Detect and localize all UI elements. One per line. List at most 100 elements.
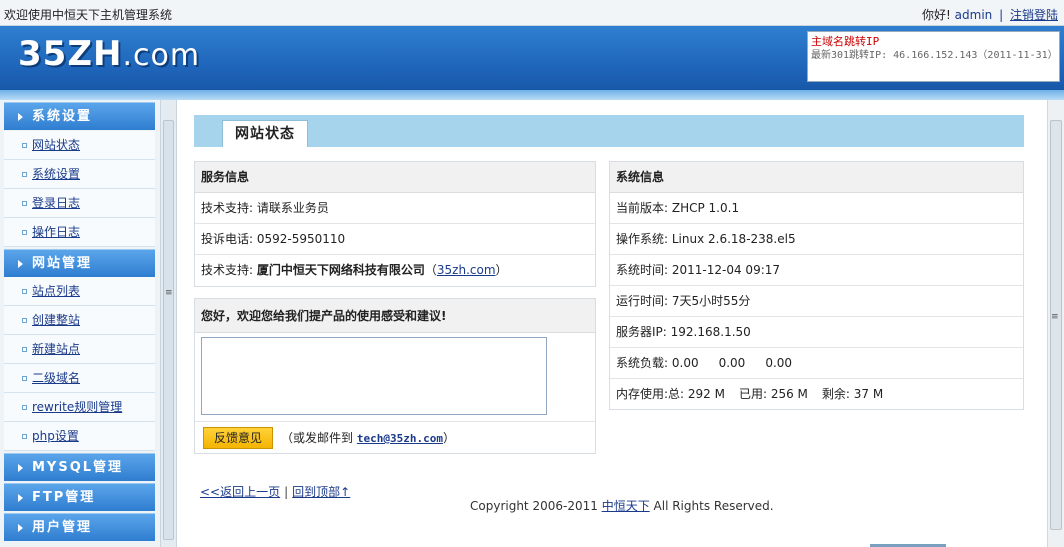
panel-title: 您好，欢迎您给我们提产品的使用感受和建议! <box>195 299 595 333</box>
section-title: FTP管理 <box>32 490 96 505</box>
company-site-link[interactable]: 35zh.com <box>437 263 496 277</box>
paren-close: ） <box>495 263 508 277</box>
copyright-suffix: All Rights Reserved. <box>653 499 774 513</box>
info-row: 系统时间: 2011-12-04 09:17 <box>610 255 1023 286</box>
row-value: 0592-5950110 <box>256 232 346 246</box>
arrow-right-icon <box>18 260 23 268</box>
top-bar: 欢迎使用中恒天下主机管理系统 你好! admin | 注销登陆 <box>0 0 1064 26</box>
sidebar-item-login-log[interactable]: 登录日志 <box>4 189 155 218</box>
feedback-mail-note: （或发邮件到 tech@35zh.com） <box>281 429 455 448</box>
copyright: Copyright 2006-2011 中恒天下 All Rights Rese… <box>470 497 774 514</box>
logout-link[interactable]: 注销登陆 <box>1010 8 1058 22</box>
bullet-icon <box>22 376 27 381</box>
bullet-icon <box>22 405 27 410</box>
arrow-right-icon <box>18 524 23 532</box>
copyright-prefix: Copyright 2006-2011 <box>470 499 598 513</box>
bullet-icon <box>22 434 27 439</box>
info-row: 技术支持: 厦门中恒天下网络科技有限公司（35zh.com） <box>195 255 595 286</box>
section-title: MYSQL管理 <box>32 460 124 475</box>
greeting-text: 你好! <box>922 8 951 22</box>
user-box: 你好! admin | 注销登陆 <box>922 6 1058 23</box>
company-name: 厦门中恒天下网络科技有限公司 <box>256 263 425 277</box>
sidebar-section-ftp[interactable]: FTP管理 <box>4 483 155 511</box>
sidebar-item-label: 系统设置 <box>32 167 81 181</box>
row-value: 192.168.1.50 <box>670 325 751 339</box>
sidebar-item-new-site[interactable]: 新建站点 <box>4 335 155 364</box>
row-label: 操作系统: <box>616 232 669 246</box>
sidebar-item-label: 二级域名 <box>32 371 81 385</box>
row-label: 当前版本: <box>616 201 669 215</box>
frame-splitter[interactable]: ≡ <box>160 100 177 547</box>
row-label: 技术支持: <box>201 201 254 215</box>
info-row: 服务器IP: 192.168.1.50 <box>610 317 1023 348</box>
bullet-icon <box>22 172 27 177</box>
sidebar-section-users[interactable]: 用户管理 <box>4 513 155 541</box>
splitter-scrollbar-thumb[interactable] <box>163 120 174 540</box>
sidebar-item-label: 网站状态 <box>32 138 81 152</box>
back-link[interactable]: <<返回上一页 <box>200 485 280 499</box>
section-title: 系统设置 <box>32 109 93 124</box>
logo-main: 35ZH <box>18 34 123 74</box>
sidebar-item-label: 新建站点 <box>32 342 81 356</box>
sidebar-item-create-full-site[interactable]: 创建整站 <box>4 306 155 335</box>
bullet-icon <box>22 230 27 235</box>
info-row: 投诉电话: 0592-5950110 <box>195 224 595 255</box>
back-to-top-link[interactable]: 回到顶部↑ <box>292 485 350 499</box>
sidebar-item-label: php设置 <box>32 429 79 443</box>
bullet-icon <box>22 347 27 352</box>
row-label: 投诉电话: <box>201 232 254 246</box>
row-label: 系统负载: <box>616 356 669 370</box>
welcome-text: 欢迎使用中恒天下主机管理系统 <box>4 8 173 22</box>
info-row: 运行时间: 7天5小时55分 <box>610 286 1023 317</box>
feedback-submit-button[interactable]: 反馈意见 <box>203 427 273 449</box>
service-info-panel: 服务信息 技术支持: 请联系业务员 投诉电话: 0592-5950110 技术支… <box>194 161 596 287</box>
sidebar-item-rewrite-rules[interactable]: rewrite规则管理 <box>4 393 155 422</box>
panel-title: 系统信息 <box>610 162 1023 193</box>
main-scrollbar[interactable]: ≡ <box>1047 100 1064 547</box>
notice-text: 最新301跳转IP: 46.166.152.143（2011-11-31） <box>811 50 1058 61</box>
load-5min: 0.00 <box>718 356 746 370</box>
row-value: 2011-12-04 09:17 <box>671 263 781 277</box>
sidebar-section-site[interactable]: 网站管理 <box>4 249 155 277</box>
feedback-textarea[interactable] <box>201 337 547 415</box>
sidebar-item-system-settings[interactable]: 系统设置 <box>4 160 155 189</box>
sidebar-item-subdomain[interactable]: 二级域名 <box>4 364 155 393</box>
memory-total: 总: 292 M <box>668 387 725 401</box>
section-title: 网站管理 <box>32 256 93 271</box>
paren-open: （ <box>424 263 437 277</box>
divider <box>195 421 595 422</box>
row-value: Linux 2.6.18-238.el5 <box>671 232 796 246</box>
mail-prefix: （或发邮件到 <box>281 431 354 445</box>
sidebar-item-site-status[interactable]: 网站状态 <box>4 131 155 160</box>
row-label: 运行时间: <box>616 294 669 308</box>
sidebar-item-site-list[interactable]: 站点列表 <box>4 277 155 306</box>
memory-free: 剩余: 37 M <box>821 387 884 401</box>
feedback-email-link[interactable]: tech@35zh.com <box>357 432 443 445</box>
main-content: 网站状态 服务信息 技术支持: 请联系业务员 投诉电话: 0592-595011… <box>178 100 1045 547</box>
arrow-right-icon <box>18 494 23 502</box>
info-row: 当前版本: ZHCP 1.0.1 <box>610 193 1023 224</box>
company-link[interactable]: 中恒天下 <box>602 499 650 513</box>
bullet-icon <box>22 143 27 148</box>
scrollbar-thumb[interactable] <box>1050 120 1062 530</box>
bullet-icon <box>22 289 27 294</box>
panel-title: 服务信息 <box>195 162 595 193</box>
row-value: ZHCP 1.0.1 <box>671 201 740 215</box>
user-separator: | <box>999 8 1004 22</box>
sidebar-item-operation-log[interactable]: 操作日志 <box>4 218 155 247</box>
system-info-panel: 系统信息 当前版本: ZHCP 1.0.1 操作系统: Linux 2.6.18… <box>609 161 1024 410</box>
info-row: 操作系统: Linux 2.6.18-238.el5 <box>610 224 1023 255</box>
grip-icon: ≡ <box>165 288 173 298</box>
sidebar-item-label: 登录日志 <box>32 196 81 210</box>
sidebar-section-mysql[interactable]: MYSQL管理 <box>4 453 155 481</box>
sidebar-section-system[interactable]: 系统设置 <box>4 102 155 130</box>
notice-title: 主域名跳转IP <box>811 35 880 48</box>
row-value: 7天5小时55分 <box>671 294 751 308</box>
row-label: 内存使用: <box>616 387 669 401</box>
sidebar-item-php-settings[interactable]: php设置 <box>4 422 155 451</box>
row-label: 服务器IP: <box>616 325 667 339</box>
mail-suffix: ） <box>442 431 455 445</box>
tab-site-status[interactable]: 网站状态 <box>222 120 308 147</box>
header-band <box>0 90 1064 100</box>
tab-bar: 网站状态 <box>194 115 1024 147</box>
